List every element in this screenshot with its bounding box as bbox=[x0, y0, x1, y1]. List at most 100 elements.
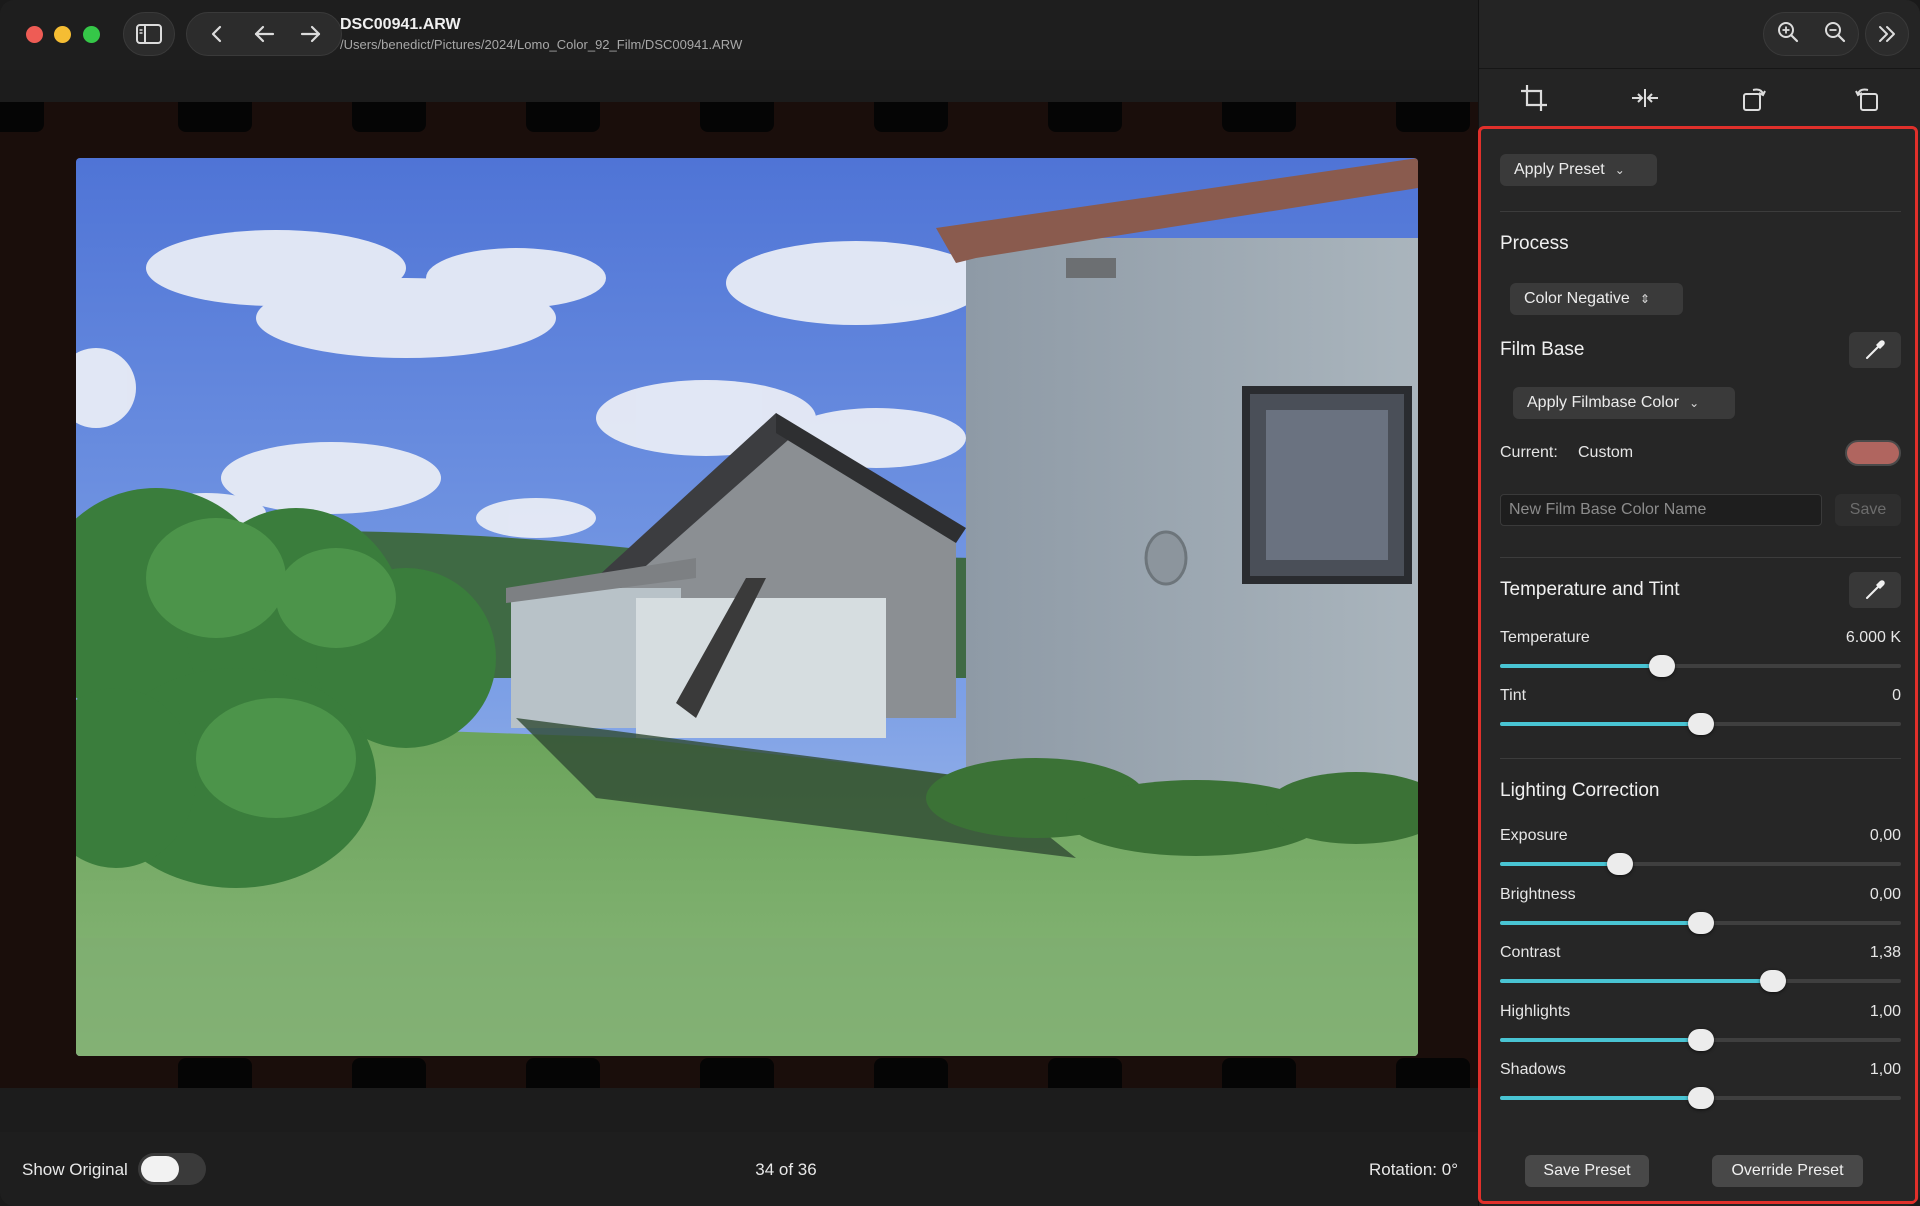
zoom-in-icon bbox=[1777, 21, 1798, 42]
override-preset-button[interactable]: Override Preset bbox=[1712, 1155, 1863, 1187]
slider-thumb[interactable] bbox=[1687, 713, 1714, 735]
app-window: DSC00941.ARW /Users/benedict/Pictures/20… bbox=[0, 0, 1920, 1206]
updown-chevron-icon: ⇕ bbox=[1639, 292, 1650, 306]
slider-fill bbox=[1500, 1096, 1701, 1100]
title-bar: DSC00941.ARW /Users/benedict/Pictures/20… bbox=[0, 0, 1478, 70]
zoom-out-button[interactable] bbox=[1824, 21, 1846, 48]
sidebar-toggle-icon bbox=[136, 24, 162, 44]
film-base-name-input[interactable] bbox=[1500, 494, 1822, 526]
rotate-right-button[interactable] bbox=[1730, 73, 1780, 123]
process-select[interactable]: Color Negative ⇕ bbox=[1510, 283, 1683, 315]
lighting-correction-title: Lighting Correction bbox=[1500, 780, 1660, 801]
divider bbox=[1500, 758, 1901, 759]
eyedropper-icon bbox=[1866, 580, 1885, 599]
main-area: DSC00941.ARW /Users/benedict/Pictures/20… bbox=[0, 0, 1478, 1206]
slider-thumb[interactable] bbox=[1687, 1028, 1714, 1051]
slider-highlights[interactable] bbox=[1500, 1027, 1901, 1053]
panel-toolbar bbox=[1479, 0, 1920, 68]
file-name: DSC00941.ARW bbox=[340, 16, 461, 33]
slider-fill bbox=[1500, 722, 1701, 726]
divider bbox=[1500, 211, 1901, 212]
slider-thumb[interactable] bbox=[1759, 970, 1786, 992]
apply-preset-label: Apply Preset bbox=[1514, 161, 1605, 178]
slider-label: Exposure bbox=[1500, 827, 1568, 844]
arrow-right-icon bbox=[301, 25, 321, 43]
slider-value: 0,00 bbox=[1869, 885, 1901, 903]
slider-fill bbox=[1500, 920, 1701, 925]
apply-preset-dropdown[interactable]: Apply Preset ⌄ bbox=[1500, 154, 1657, 186]
sprocket-hole bbox=[1048, 1058, 1122, 1088]
sprocket-hole bbox=[352, 102, 426, 132]
collapse-panel-button[interactable] bbox=[1865, 12, 1909, 56]
slider-fill bbox=[1500, 979, 1773, 983]
previous-image-button[interactable] bbox=[244, 14, 284, 54]
slider-thumb[interactable] bbox=[1687, 911, 1714, 934]
back-button[interactable] bbox=[197, 14, 237, 54]
slider-exposure[interactable] bbox=[1500, 851, 1901, 877]
save-preset-button[interactable]: Save Preset bbox=[1525, 1155, 1649, 1187]
slider-thumb[interactable] bbox=[1649, 655, 1676, 677]
slider-label: Brightness bbox=[1500, 885, 1576, 903]
slider-label: Shadows bbox=[1500, 1061, 1566, 1078]
slider-fill bbox=[1500, 862, 1621, 866]
slider-shadows[interactable] bbox=[1500, 1085, 1901, 1111]
sprocket-hole bbox=[0, 102, 44, 132]
apply-filmbase-label: Apply Filmbase Color bbox=[1527, 394, 1680, 411]
process-selected: Color Negative bbox=[1524, 290, 1630, 307]
adjustments-panel: Apply Preset ⌄ Process Color Negative ⇕ … bbox=[1478, 126, 1918, 1204]
rotate-left-icon bbox=[1854, 88, 1878, 111]
film-base-color-swatch[interactable] bbox=[1845, 440, 1901, 466]
slider-tint[interactable] bbox=[1500, 711, 1901, 737]
sprocket-hole bbox=[874, 1058, 948, 1088]
chevron-left-icon bbox=[211, 25, 221, 43]
adjustments-content: Apply Preset ⌄ Process Color Negative ⇕ … bbox=[1500, 129, 1901, 1201]
white-balance-eyedropper-button[interactable] bbox=[1849, 572, 1901, 608]
rotate-left-button[interactable] bbox=[1841, 73, 1891, 123]
sprocket-hole bbox=[1222, 102, 1296, 132]
file-path: /Users/benedict/Pictures/2024/Lomo_Color… bbox=[340, 37, 743, 52]
slider-value: 0,00 bbox=[1869, 827, 1901, 844]
save-film-base-button[interactable]: Save bbox=[1835, 494, 1901, 526]
sprocket-hole bbox=[526, 1058, 600, 1088]
apply-filmbase-dropdown[interactable]: Apply Filmbase Color ⌄ bbox=[1513, 387, 1735, 419]
crop-icon bbox=[1521, 84, 1548, 111]
navigation-group bbox=[186, 12, 342, 56]
slider-fill bbox=[1500, 664, 1663, 668]
sprocket-hole bbox=[178, 1058, 252, 1088]
slider-value: 1,38 bbox=[1869, 944, 1901, 961]
slider-label: Contrast bbox=[1500, 944, 1561, 961]
rotate-right-icon bbox=[1743, 88, 1767, 111]
sprocket-hole bbox=[1396, 1058, 1470, 1088]
sprocket-hole bbox=[1222, 1058, 1296, 1088]
sprocket-hole bbox=[178, 102, 252, 132]
slider-label: Tint bbox=[1500, 687, 1527, 704]
chevron-down-icon: ⌄ bbox=[1614, 163, 1625, 177]
current-label: Current: bbox=[1500, 444, 1558, 461]
sprocket-hole bbox=[700, 1058, 774, 1088]
photo-preview bbox=[76, 158, 1418, 1056]
slider-contrast[interactable] bbox=[1500, 968, 1901, 994]
sidebar-toggle-button[interactable] bbox=[123, 12, 175, 56]
chevron-down-icon: ⌄ bbox=[1689, 396, 1700, 410]
flip-tool-button[interactable] bbox=[1620, 73, 1670, 123]
slider-value: 1,00 bbox=[1869, 1002, 1901, 1020]
slider-value: 6.000 K bbox=[1845, 629, 1901, 646]
minimize-window-button[interactable] bbox=[54, 26, 71, 43]
arrow-left-icon bbox=[254, 25, 275, 43]
slider-thumb[interactable] bbox=[1607, 853, 1634, 875]
sprocket-hole bbox=[1396, 102, 1470, 132]
zoom-in-button[interactable] bbox=[1777, 21, 1799, 48]
close-window-button[interactable] bbox=[26, 26, 43, 43]
slider-temperature[interactable] bbox=[1500, 653, 1901, 679]
rotation-readout: Rotation: 0° bbox=[1368, 1160, 1458, 1179]
image-counter: 34 of 36 bbox=[755, 1160, 817, 1179]
zoom-window-button[interactable] bbox=[83, 26, 100, 43]
slider-thumb[interactable] bbox=[1687, 1087, 1714, 1109]
slider-brightness[interactable] bbox=[1500, 910, 1901, 936]
film-base-eyedropper-button[interactable] bbox=[1849, 332, 1901, 368]
image-canvas[interactable] bbox=[0, 102, 1478, 1088]
next-image-button[interactable] bbox=[291, 14, 331, 54]
crop-tool-button[interactable] bbox=[1509, 73, 1559, 123]
slider-label: Highlights bbox=[1500, 1002, 1571, 1020]
double-chevron-right-icon bbox=[1879, 26, 1895, 42]
